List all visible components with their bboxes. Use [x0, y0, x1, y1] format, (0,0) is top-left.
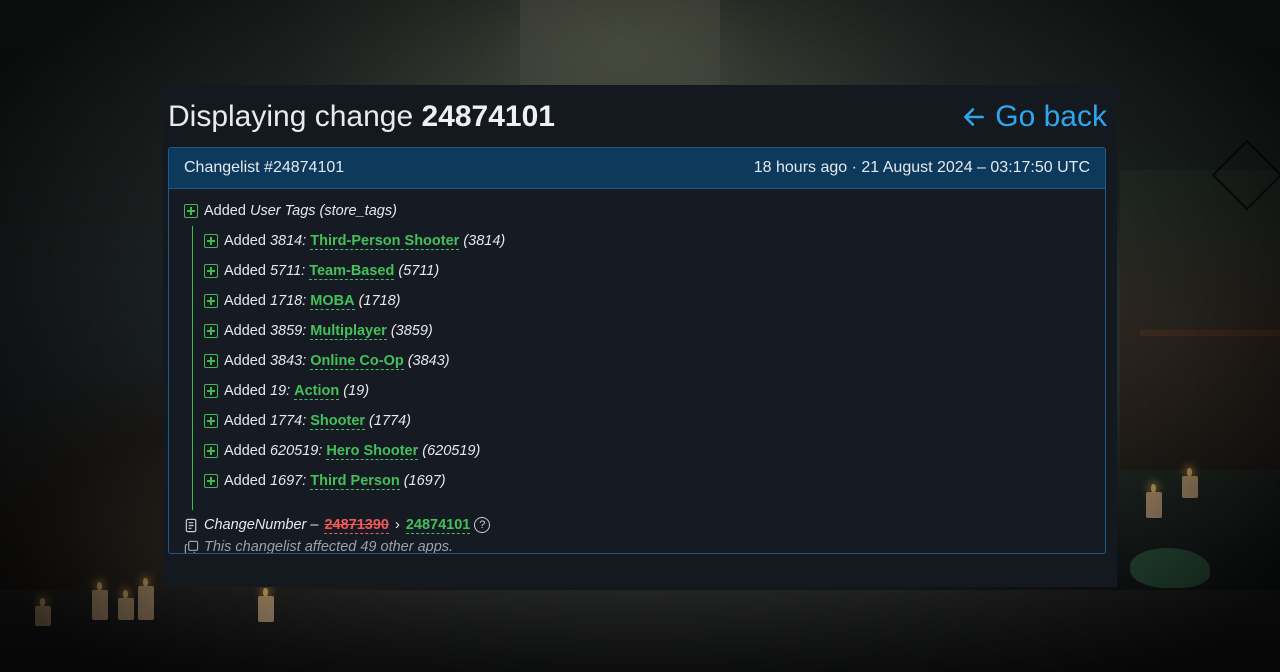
- tag-link[interactable]: Third-Person Shooter: [310, 233, 460, 250]
- plus-square-icon: [204, 234, 218, 248]
- tag-link[interactable]: MOBA: [310, 293, 355, 310]
- tag-id: (1718): [358, 293, 401, 309]
- section-name: User Tags (store_tags): [249, 203, 397, 219]
- tag-link[interactable]: Online Co-Op: [310, 353, 404, 370]
- tag-key: 1697:: [269, 473, 307, 489]
- plus-square-icon: [204, 384, 218, 398]
- tag-verb: Added: [224, 383, 266, 399]
- tag-link[interactable]: Action: [294, 383, 340, 400]
- tag-id: (3814): [463, 233, 506, 249]
- plus-square-icon: [204, 264, 218, 278]
- plus-square-icon: [204, 324, 218, 338]
- tag-id: (1774): [369, 413, 411, 429]
- affected-apps-row: This changelist affected 49 other apps.: [184, 536, 1105, 554]
- tag-key: 1774:: [269, 413, 307, 429]
- new-change-number[interactable]: 24874101: [405, 517, 471, 534]
- list-item: Added 3843: Online Co-Op (3843): [204, 346, 1105, 376]
- list-item: Added 1774: Shooter (1774): [204, 406, 1105, 436]
- tag-id: (1697): [403, 473, 446, 489]
- tag-key: 620519:: [269, 443, 323, 459]
- plus-square-icon: [204, 474, 218, 488]
- change-panel: Displaying change 24874101 Go back Chang…: [163, 85, 1117, 587]
- arrow-left-icon: [964, 108, 985, 126]
- plus-square-icon: [204, 354, 218, 368]
- tag-id: (19): [343, 383, 370, 399]
- old-change-number[interactable]: 24871390: [324, 517, 389, 534]
- list-item: Added 620519: Hero Shooter (620519): [204, 436, 1105, 466]
- tag-key: 3843:: [269, 353, 307, 369]
- tag-key: 5711:: [269, 263, 306, 279]
- tag-key: 3814:: [269, 233, 307, 249]
- tag-verb: Added: [224, 413, 266, 429]
- changelist-body: Added User Tags (store_tags) Added 3814:…: [169, 189, 1105, 554]
- list-item: Added 1718: MOBA (1718): [204, 286, 1105, 316]
- go-back-label: Go back: [995, 100, 1107, 133]
- tag-id: (5711): [398, 263, 440, 279]
- change-number-row: ChangeNumber – 24871390 › 24874101 ?: [184, 514, 1105, 536]
- tag-verb: Added: [224, 443, 266, 459]
- tag-list: Added 3814: Third-Person Shooter (3814) …: [192, 226, 1105, 510]
- affected-apps-text: This changelist affected 49 other apps.: [204, 539, 454, 554]
- page-header: Displaying change 24874101 Go back: [168, 97, 1107, 137]
- tag-link[interactable]: Hero Shooter: [326, 443, 419, 460]
- change-arrow: ›: [394, 517, 400, 533]
- list-item: Added 3859: Multiplayer (3859): [204, 316, 1105, 346]
- help-icon[interactable]: ?: [474, 517, 491, 533]
- plus-square-icon: [184, 204, 198, 218]
- tag-link[interactable]: Multiplayer: [310, 323, 387, 340]
- document-icon: [185, 518, 197, 532]
- tag-link[interactable]: Third Person: [310, 473, 400, 490]
- tag-link[interactable]: Team-Based: [309, 263, 395, 280]
- plus-square-icon: [204, 444, 218, 458]
- tag-verb: Added: [224, 353, 266, 369]
- page-title-prefix: Displaying change: [168, 100, 414, 133]
- list-item: Added 3814: Third-Person Shooter (3814): [204, 226, 1105, 256]
- section-verb: Added: [204, 203, 246, 219]
- plus-square-icon: [204, 414, 218, 428]
- tag-verb: Added: [224, 233, 266, 249]
- changelist-title: Changelist #24874101: [184, 159, 345, 176]
- tag-verb: Added: [224, 263, 266, 279]
- tag-key: 19:: [269, 383, 291, 399]
- tag-id: (3843): [407, 353, 450, 369]
- tag-key: 1718:: [269, 293, 307, 309]
- copy-icon: [184, 540, 199, 553]
- section-row: Added User Tags (store_tags): [184, 201, 1105, 221]
- list-item: Added 19: Action (19): [204, 376, 1105, 406]
- tag-link[interactable]: Shooter: [310, 413, 366, 430]
- list-item: Added 1697: Third Person (1697): [204, 466, 1105, 496]
- page-title: Displaying change 24874101: [168, 100, 555, 134]
- go-back-link[interactable]: Go back: [961, 100, 1107, 134]
- tag-key: 3859:: [269, 323, 307, 339]
- tag-verb: Added: [224, 293, 266, 309]
- changelist-card: Changelist #24874101 18 hours ago · 21 A…: [168, 147, 1106, 554]
- tag-verb: Added: [224, 473, 266, 489]
- change-number-label: ChangeNumber –: [204, 517, 319, 533]
- list-item: Added 5711: Team-Based (5711): [204, 256, 1105, 286]
- changelist-header: Changelist #24874101 18 hours ago · 21 A…: [169, 148, 1105, 189]
- tag-id: (620519): [422, 443, 481, 459]
- tag-id: (3859): [390, 323, 433, 339]
- changelist-time: 18 hours ago · 21 August 2024 – 03:17:50…: [753, 159, 1090, 176]
- page-title-change-id: 24874101: [421, 100, 555, 133]
- plus-square-icon: [204, 294, 218, 308]
- tag-verb: Added: [224, 323, 266, 339]
